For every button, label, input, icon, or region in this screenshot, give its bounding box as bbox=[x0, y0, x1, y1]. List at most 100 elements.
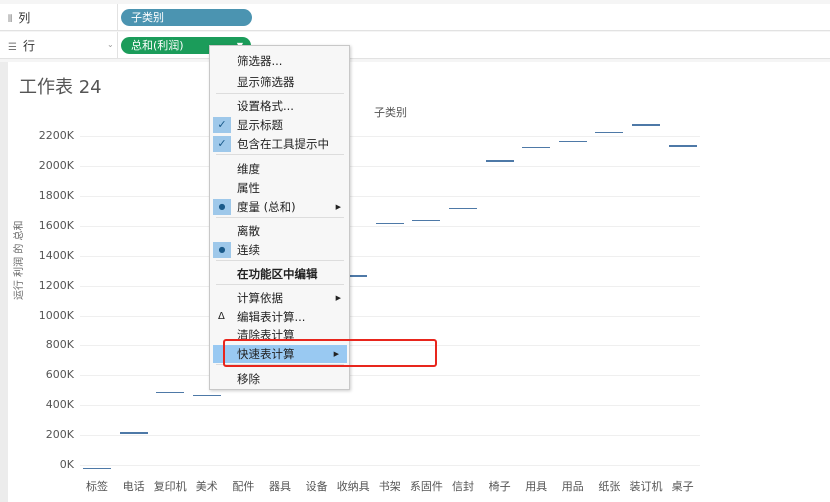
menu-item-label: 筛选器... bbox=[237, 54, 283, 68]
y-tick-label: 0K bbox=[59, 458, 74, 471]
x-category-label: 设备 bbox=[305, 480, 328, 493]
gridline bbox=[80, 435, 700, 437]
y-tick-label: 1600K bbox=[38, 218, 74, 232]
x-category-label: 信封 bbox=[452, 480, 474, 493]
menu-item-1[interactable]: 显示筛选器 bbox=[210, 73, 349, 91]
menu-item-7[interactable]: ● 度量 (总和) ▶ bbox=[210, 198, 349, 216]
sheet-title: 工作表 24 bbox=[19, 77, 102, 98]
menu-item-0[interactable]: 筛选器... bbox=[210, 52, 349, 70]
menu-separator bbox=[216, 217, 344, 218]
bar-mark[interactable] bbox=[485, 160, 514, 162]
menu-separator bbox=[216, 93, 344, 94]
bar-mark[interactable] bbox=[156, 391, 185, 394]
x-category-label: 书架 bbox=[378, 480, 401, 493]
menu-item-label: 度量 (总和) bbox=[237, 200, 296, 214]
x-category-label: 椅子 bbox=[488, 480, 511, 493]
gridline bbox=[80, 315, 700, 317]
menu-item-label: 维度 bbox=[237, 162, 260, 176]
y-tick-label: 2000K bbox=[38, 159, 74, 172]
x-category-label: 用品 bbox=[561, 480, 584, 493]
check-icon: ✓ bbox=[213, 136, 231, 152]
bar-mark[interactable] bbox=[412, 219, 441, 222]
x-category-label: 电话 bbox=[122, 480, 145, 493]
menu-item-label: 离散 bbox=[237, 224, 260, 238]
y-tick-label: 1400K bbox=[38, 248, 74, 262]
bar-mark[interactable] bbox=[668, 145, 697, 147]
menu-item-2[interactable]: 设置格式... bbox=[210, 97, 349, 115]
menu-item-10[interactable]: 在功能区中编辑 bbox=[210, 265, 349, 283]
bar-mark[interactable] bbox=[449, 207, 477, 210]
columns-pill[interactable]: 子类别 bbox=[121, 9, 252, 26]
menu-item-label: 显示筛选器 bbox=[237, 75, 295, 89]
gridline bbox=[80, 166, 700, 167]
menu-item-3[interactable]: ✓ 显示标题 bbox=[210, 116, 349, 134]
columns-icon: ⫴ bbox=[8, 14, 13, 25]
menu-separator bbox=[216, 260, 344, 261]
bar-mark[interactable] bbox=[119, 432, 148, 434]
menu-item-12[interactable]: Δ 编辑表计算... bbox=[210, 308, 349, 326]
check-icon: ✓ bbox=[213, 117, 231, 133]
menu-item-label: 设置格式... bbox=[237, 99, 294, 113]
submenu-arrow-icon: ▶ bbox=[335, 294, 341, 302]
columns-shelf: ⫴ 列 子类别 bbox=[0, 4, 830, 31]
shelf-divider bbox=[117, 32, 118, 58]
menu-item-15[interactable]: 移除 bbox=[210, 370, 349, 388]
y-tick-label: 1800K bbox=[38, 188, 74, 202]
bar-mark[interactable] bbox=[83, 467, 111, 470]
bar-mark[interactable] bbox=[522, 146, 551, 149]
x-category-label: 器具 bbox=[269, 480, 291, 493]
x-category-label: 装订机 bbox=[629, 480, 663, 493]
menu-item-4[interactable]: ✓ 包含在工具提示中 bbox=[210, 135, 349, 153]
menu-separator bbox=[216, 154, 344, 155]
menu-item-11[interactable]: 计算依据 ▶ bbox=[210, 289, 349, 307]
gridline bbox=[80, 136, 700, 138]
y-axis-label: 运行 利润 的 总和 bbox=[14, 220, 25, 300]
menu-item-label: 移除 bbox=[237, 372, 260, 386]
x-category-label: 纸张 bbox=[598, 480, 621, 493]
menu-item-label: 编辑表计算... bbox=[237, 310, 306, 324]
x-category-label: 收纳具 bbox=[336, 480, 370, 493]
chevron-down-icon[interactable]: ⌄ bbox=[107, 40, 114, 49]
highlight-box bbox=[223, 339, 437, 367]
menu-item-label: 显示标题 bbox=[237, 118, 283, 132]
y-tick-label: 400K bbox=[45, 398, 74, 412]
y-tick-label: 2200K bbox=[38, 129, 74, 143]
submenu-arrow-icon: ▶ bbox=[335, 203, 341, 211]
gridline bbox=[80, 405, 700, 407]
x-header: 子类别 bbox=[374, 106, 407, 119]
rows-shelf: ☰行 ⌄ 总和(利润)▼ bbox=[0, 32, 830, 59]
x-category-label: 标签 bbox=[86, 480, 108, 493]
shelf-divider bbox=[117, 4, 118, 30]
gridline bbox=[80, 285, 700, 287]
gridline bbox=[80, 225, 700, 227]
menu-separator bbox=[216, 284, 344, 285]
bar-mark[interactable] bbox=[375, 222, 404, 225]
bar-mark[interactable] bbox=[595, 131, 624, 134]
bar-mark[interactable] bbox=[558, 140, 587, 143]
delta-icon: Δ bbox=[218, 311, 225, 322]
menu-item-6[interactable]: 属性 bbox=[210, 179, 349, 197]
menu-item-label: 在功能区中编辑 bbox=[237, 267, 318, 281]
menu-item-label: 连续 bbox=[237, 243, 260, 257]
x-category-label: 系固件 bbox=[409, 480, 443, 493]
y-tick-label: 800K bbox=[45, 338, 74, 352]
bar-mark[interactable] bbox=[192, 394, 221, 397]
bullet-icon: ● bbox=[213, 199, 231, 215]
menu-item-5[interactable]: 维度 bbox=[210, 160, 349, 178]
rows-shelf-label: ☰ 行 bbox=[8, 39, 35, 53]
menu-item-label: 包含在工具提示中 bbox=[237, 137, 329, 151]
bullet-icon: ● bbox=[213, 242, 231, 258]
x-category-label: 桌子 bbox=[671, 480, 694, 493]
menu-item-9[interactable]: ● 连续 bbox=[210, 241, 349, 259]
gridline bbox=[80, 195, 700, 197]
y-tick-label: 600K bbox=[45, 368, 74, 382]
rows-icon: ☰ bbox=[8, 42, 17, 53]
x-category-label: 用具 bbox=[525, 480, 548, 493]
bar-mark[interactable] bbox=[632, 124, 660, 126]
gridline bbox=[80, 255, 700, 257]
menu-item-8[interactable]: 离散 bbox=[210, 222, 349, 240]
y-tick-label: 1000K bbox=[38, 308, 74, 322]
menu-item-label: 属性 bbox=[237, 181, 260, 195]
y-tick-label: 1200K bbox=[38, 278, 74, 292]
gridline bbox=[80, 465, 700, 466]
